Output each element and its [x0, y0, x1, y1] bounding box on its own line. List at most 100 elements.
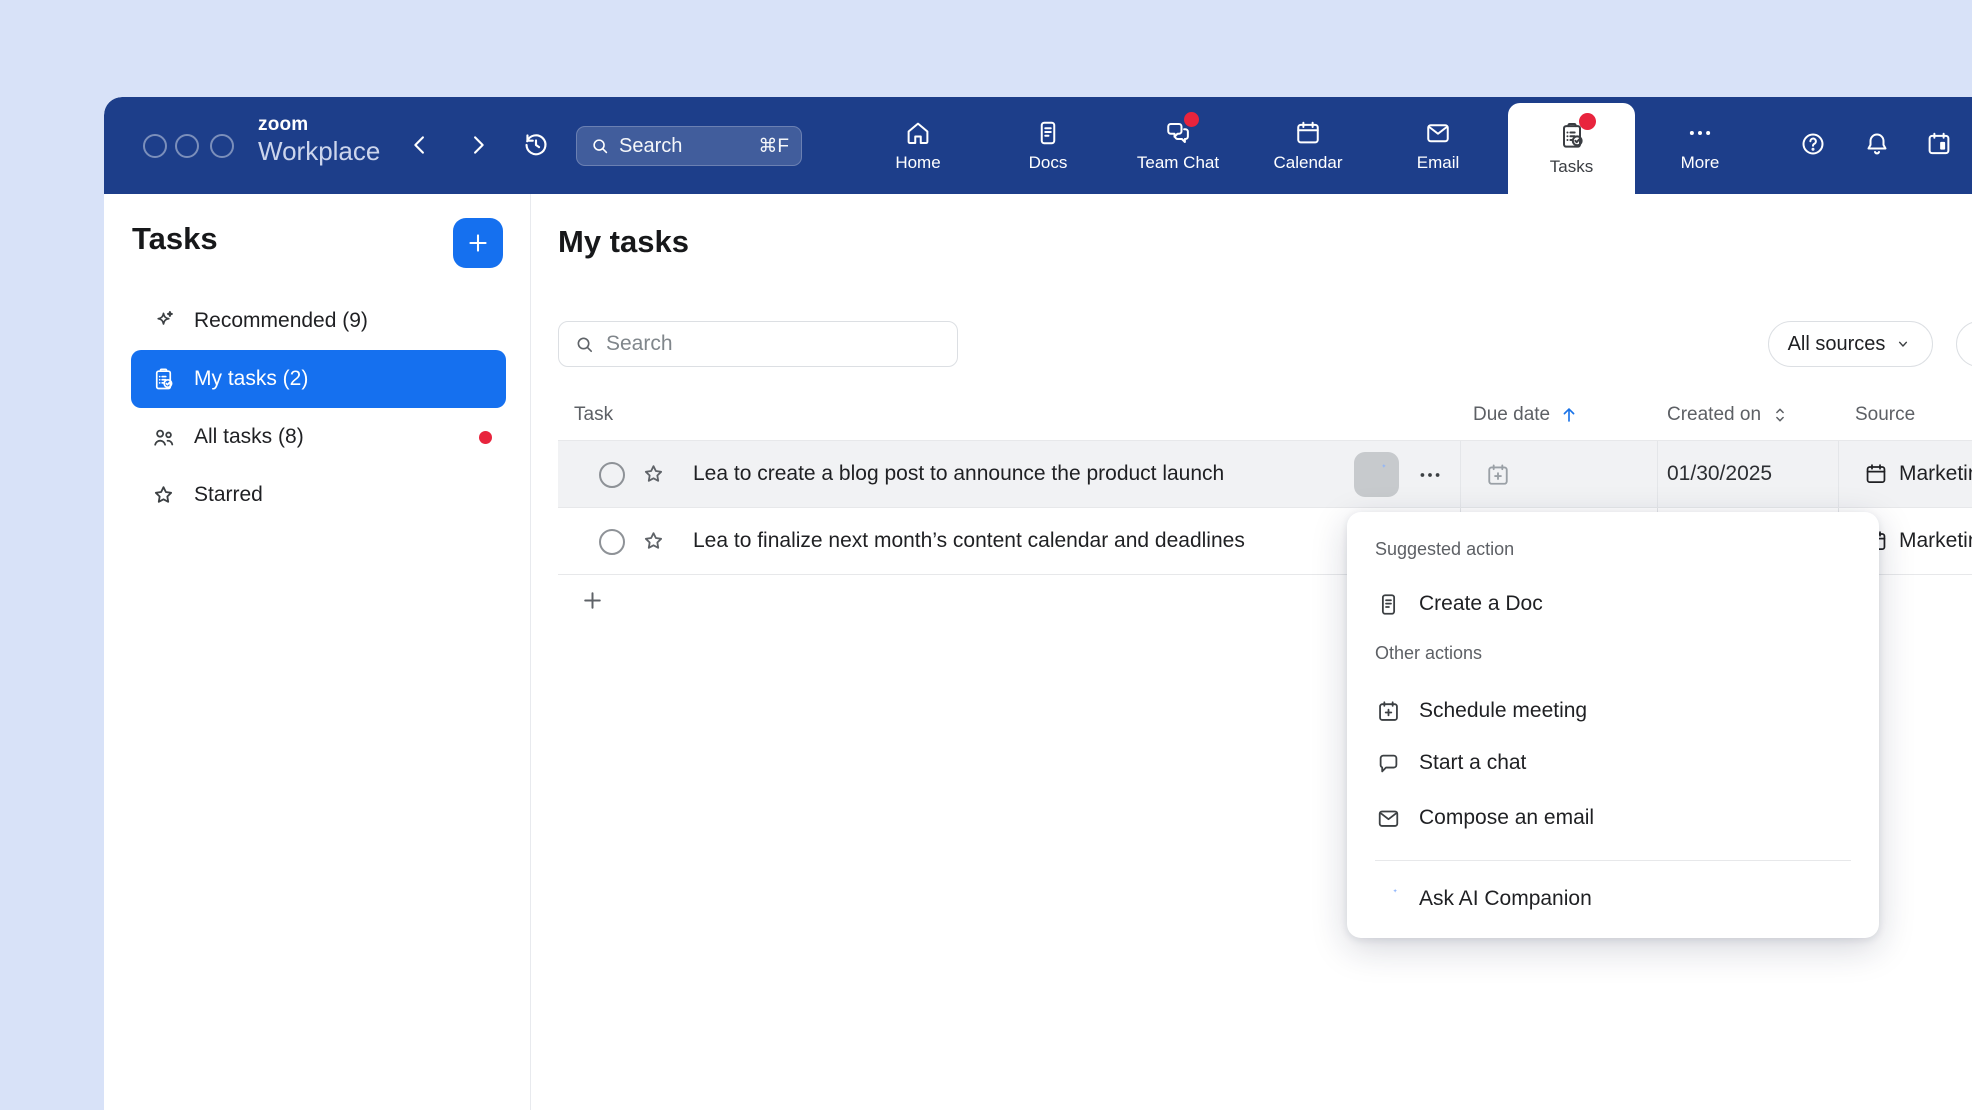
- sidebar-title: Tasks: [132, 221, 218, 257]
- navbar-items: Home Docs Team Chat Calendar Em: [853, 97, 1503, 194]
- home-icon: [903, 118, 933, 148]
- all-tasks-badge: [479, 431, 492, 444]
- chevron-down-icon: [1893, 334, 1913, 354]
- menu-item-label: Schedule meeting: [1419, 699, 1587, 723]
- nav-item-team-chat[interactable]: Team Chat: [1113, 97, 1243, 194]
- chat-bubble-icon: [1375, 750, 1402, 777]
- nav-item-docs[interactable]: Docs: [983, 97, 1113, 194]
- sources-filter-label: All sources: [1788, 333, 1886, 356]
- add-task-plus-icon[interactable]: [580, 588, 605, 613]
- sidebar: Tasks Recommended (9) My tasks (2) All t…: [104, 194, 531, 1110]
- window-control-minimize[interactable]: [175, 134, 199, 158]
- sources-filter-dropdown[interactable]: All sources: [1768, 321, 1933, 367]
- menu-item-label: Start a chat: [1419, 751, 1526, 775]
- sidebar-item-starred[interactable]: Starred: [131, 466, 506, 524]
- nav-item-email[interactable]: Email: [1373, 97, 1503, 194]
- column-header-task: Task: [574, 404, 613, 426]
- nav-item-label: Email: [1417, 153, 1460, 173]
- table-header: Task Due date Created on Source: [558, 391, 1972, 441]
- sparkle-icon: [150, 308, 177, 335]
- star-icon[interactable]: [640, 528, 667, 555]
- task-title[interactable]: Lea to create a blog post to announce th…: [693, 462, 1224, 486]
- notifications-icon[interactable]: [1862, 129, 1892, 159]
- menu-item-compose-email[interactable]: Compose an email: [1375, 794, 1851, 842]
- sort-ascending-icon[interactable]: [1558, 404, 1580, 426]
- task-actions-menu: Suggested action Create a Doc Other acti…: [1347, 512, 1879, 938]
- sort-icon[interactable]: [1769, 404, 1791, 426]
- navbar: zoom Workplace ⌘F Home Docs: [104, 97, 1972, 194]
- nav-item-label: Home: [895, 153, 940, 173]
- more-icon: [1685, 118, 1715, 148]
- help-icon[interactable]: [1798, 129, 1828, 159]
- menu-item-start-chat[interactable]: Start a chat: [1375, 739, 1851, 787]
- source-calendar-icon: [1863, 461, 1889, 487]
- tasks-search[interactable]: [558, 321, 958, 367]
- window-control-maximize[interactable]: [210, 134, 234, 158]
- doc-icon: [1375, 591, 1402, 618]
- table-row[interactable]: Lea to create a blog post to announce th…: [558, 441, 1972, 508]
- window-control-close[interactable]: [143, 134, 167, 158]
- nav-item-home[interactable]: Home: [853, 97, 983, 194]
- menu-item-label: Compose an email: [1419, 806, 1594, 830]
- menu-item-create-doc[interactable]: Create a Doc: [1375, 580, 1851, 628]
- users-icon: [150, 424, 177, 451]
- ai-sparkle-icon: [1363, 461, 1391, 489]
- sidebar-item-label: My tasks (2): [194, 367, 308, 391]
- sidebar-item-label: Starred: [194, 483, 263, 507]
- menu-section-suggested: Suggested action: [1375, 539, 1514, 560]
- menu-item-label: Create a Doc: [1419, 592, 1543, 616]
- sidebar-list: Recommended (9) My tasks (2) All tasks (…: [131, 292, 506, 524]
- star-icon[interactable]: [640, 461, 667, 488]
- nav-item-label: Team Chat: [1137, 153, 1219, 173]
- task-complete-radio[interactable]: [599, 462, 625, 488]
- tasks-search-input[interactable]: [606, 332, 943, 356]
- menu-item-ask-ai-companion[interactable]: Ask AI Companion: [1375, 875, 1851, 923]
- column-header-source: Source: [1855, 404, 1915, 426]
- ai-sparkle-icon: [1375, 886, 1402, 913]
- task-title[interactable]: Lea to finalize next month’s content cal…: [693, 529, 1245, 553]
- search-icon: [589, 135, 611, 157]
- nav-item-tasks-active[interactable]: Tasks: [1508, 103, 1635, 194]
- app-logo: zoom Workplace: [258, 115, 380, 165]
- sidebar-item-recommended[interactable]: Recommended (9): [131, 292, 506, 350]
- page-title: My tasks: [558, 224, 689, 260]
- column-header-created-on[interactable]: Created on: [1667, 404, 1791, 426]
- filter-dropdown-partial[interactable]: [1956, 321, 1972, 367]
- forward-icon[interactable]: [464, 131, 492, 159]
- menu-item-schedule-meeting[interactable]: Schedule meeting: [1375, 687, 1851, 735]
- nav-item-label: More: [1681, 153, 1720, 173]
- global-search-input[interactable]: [619, 135, 750, 158]
- task-complete-radio[interactable]: [599, 529, 625, 555]
- logo-workplace: Workplace: [258, 137, 380, 166]
- envelope-icon: [1375, 805, 1402, 832]
- ai-companion-button[interactable]: [1354, 452, 1399, 497]
- nav-item-more[interactable]: More: [1648, 97, 1752, 194]
- calendar-plus-icon: [1375, 698, 1402, 725]
- search-shortcut: ⌘F: [758, 135, 789, 158]
- nav-item-label: Calendar: [1274, 153, 1343, 173]
- source-value: Marketing: [1899, 462, 1972, 486]
- nav-item-label: Tasks: [1550, 157, 1593, 177]
- sidebar-item-my-tasks[interactable]: My tasks (2): [131, 350, 506, 408]
- created-on-value: 01/30/2025: [1667, 462, 1772, 486]
- tasks-badge: [1579, 113, 1596, 130]
- sidebar-item-all-tasks[interactable]: All tasks (8): [131, 408, 506, 466]
- search-icon: [573, 333, 596, 356]
- history-icon[interactable]: [520, 129, 552, 161]
- add-due-date-icon[interactable]: [1484, 461, 1512, 489]
- menu-divider: [1375, 860, 1851, 861]
- schedule-icon[interactable]: [1924, 129, 1954, 159]
- docs-icon: [1033, 118, 1063, 148]
- sidebar-item-label: All tasks (8): [194, 425, 304, 449]
- row-more-icon[interactable]: [1416, 461, 1444, 489]
- back-icon[interactable]: [406, 131, 434, 159]
- star-icon: [150, 482, 177, 509]
- global-search[interactable]: ⌘F: [576, 126, 802, 166]
- column-header-due-date[interactable]: Due date: [1473, 404, 1580, 426]
- logo-zoom: zoom: [258, 115, 380, 136]
- add-task-button[interactable]: [453, 218, 503, 268]
- nav-item-calendar[interactable]: Calendar: [1243, 97, 1373, 194]
- calendar-icon: [1293, 118, 1323, 148]
- menu-section-other: Other actions: [1375, 643, 1482, 664]
- email-icon: [1423, 118, 1453, 148]
